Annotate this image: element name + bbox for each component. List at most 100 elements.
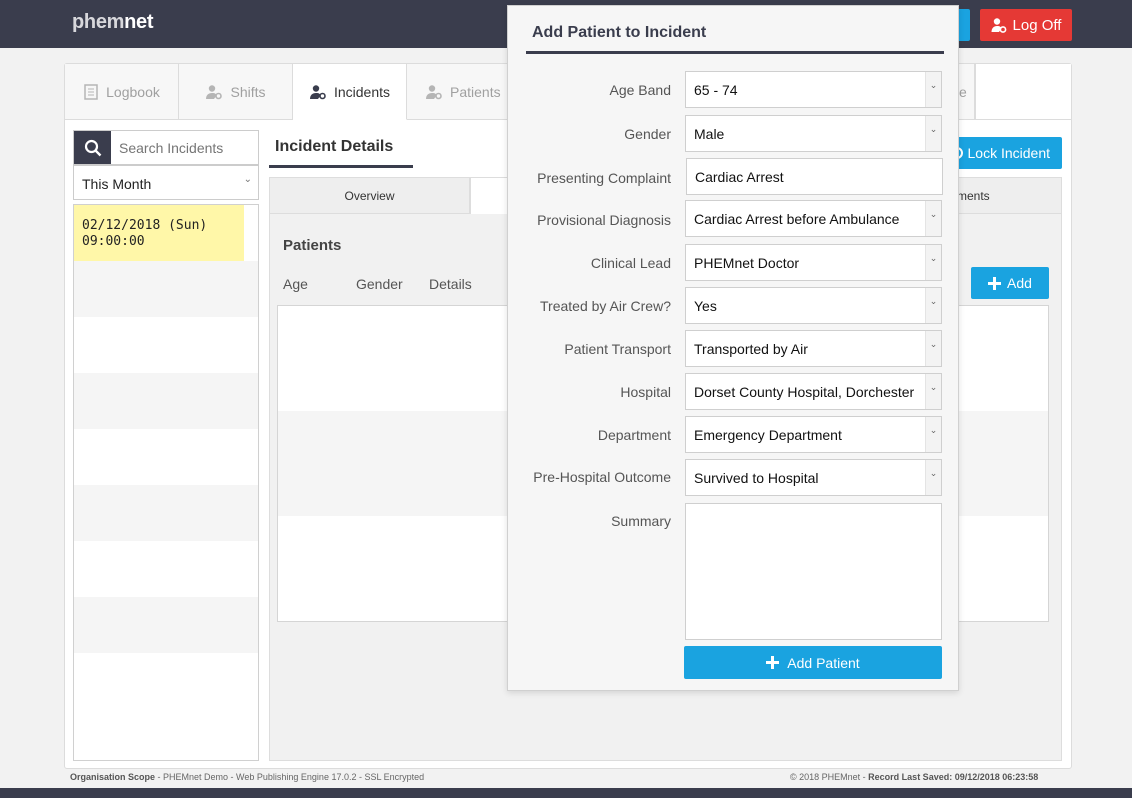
list-item xyxy=(74,485,258,541)
lock-incident-button[interactable]: Lock Incident xyxy=(942,137,1062,169)
modal-title: Add Patient to Incident xyxy=(526,6,944,54)
tab-overview[interactable]: Overview xyxy=(269,177,470,214)
tab-logbook[interactable]: Logbook xyxy=(65,64,179,120)
treated-by-air-crew-select[interactable]: Yes ⌄ xyxy=(685,287,942,324)
presenting-complaint-input[interactable]: Cardiac Arrest xyxy=(686,158,943,195)
footer-left: Organisation Scope - PHEMnet Demo - Web … xyxy=(70,772,425,782)
summary-label: Summary xyxy=(611,513,671,529)
period-select[interactable]: This Month ⌄ xyxy=(73,165,259,200)
add-patient-button[interactable]: Add xyxy=(971,267,1049,299)
list-item xyxy=(74,261,258,317)
tab-label: Overview xyxy=(344,188,395,203)
patients-heading: Patients xyxy=(283,237,342,254)
search-button[interactable] xyxy=(74,131,111,164)
provisional-diagnosis-select[interactable]: Cardiac Arrest before Ambulance ⌄ xyxy=(685,200,942,237)
list-item[interactable]: 02/12/2018 (Sun) 09:00:00 xyxy=(74,205,244,261)
patient-transport-select[interactable]: Transported by Air ⌄ xyxy=(685,330,942,367)
plus-icon xyxy=(766,656,780,669)
chevron-down-icon: ⌄ xyxy=(925,245,941,280)
log-off-button[interactable]: Log Off xyxy=(980,9,1072,41)
department-value: Emergency Department xyxy=(694,427,842,443)
bottom-bar xyxy=(0,788,1132,798)
tab-patients[interactable]: Patients xyxy=(407,64,508,120)
hospital-value: Dorset County Hospital, Dorchester xyxy=(694,384,915,400)
tab-blank xyxy=(975,64,1071,120)
plus-icon xyxy=(988,276,1002,290)
list-item xyxy=(74,541,258,597)
presenting-complaint-label: Presenting Complaint xyxy=(537,170,671,186)
tab-partial[interactable]: e xyxy=(959,64,975,120)
age-band-label: Age Band xyxy=(609,82,672,98)
tab-incidents[interactable]: Incidents xyxy=(293,64,407,120)
tab-label: Shifts xyxy=(230,83,266,100)
pre-hospital-outcome-label: Pre-Hospital Outcome xyxy=(533,469,671,485)
search-input[interactable] xyxy=(111,131,258,164)
clinical-lead-label: Clinical Lead xyxy=(590,255,671,271)
tab-patients-sub[interactable] xyxy=(470,177,510,214)
app-logo[interactable]: phemnet xyxy=(72,11,154,34)
list-item xyxy=(74,317,258,373)
patient-transport-label: Patient Transport xyxy=(564,341,671,357)
patient-transport-value: Transported by Air xyxy=(694,341,808,357)
details-title: Incident Details xyxy=(269,125,413,168)
gender-label: Gender xyxy=(624,126,671,142)
treated-by-air-crew-label: Treated by Air Crew? xyxy=(540,298,671,314)
tab-shifts[interactable]: Shifts xyxy=(179,64,293,120)
department-label: Department xyxy=(597,427,671,443)
incident-date: 02/12/2018 (Sun) xyxy=(82,218,208,233)
list-item xyxy=(74,429,258,485)
gender-select[interactable]: Male ⌄ xyxy=(685,115,942,152)
add-label: Add xyxy=(1007,275,1032,291)
search-icon xyxy=(84,139,101,156)
lock-incident-label: Lock Incident xyxy=(967,145,1051,161)
chevron-down-icon: ⌄ xyxy=(925,288,941,323)
pre-hospital-outcome-select[interactable]: Survived to Hospital ⌄ xyxy=(685,459,942,496)
department-select[interactable]: Emergency Department ⌄ xyxy=(685,416,942,453)
user-gear-icon xyxy=(426,84,442,99)
summary-textarea[interactable] xyxy=(685,503,942,640)
column-gender: Gender xyxy=(356,276,403,292)
incident-time: 09:00:00 xyxy=(82,234,145,249)
log-off-label: Log Off xyxy=(1012,16,1062,34)
tab-label: ments xyxy=(957,188,990,203)
book-icon xyxy=(84,83,98,100)
chevron-down-icon: ⌄ xyxy=(925,72,941,107)
chevron-down-icon: ⌄ xyxy=(925,201,941,236)
clinical-lead-select[interactable]: PHEMnet Doctor ⌄ xyxy=(685,244,942,281)
chevron-down-icon: ⌄ xyxy=(925,116,941,151)
add-patient-label: Add Patient xyxy=(787,654,860,671)
treated-by-air-crew-value: Yes xyxy=(694,298,717,314)
presenting-complaint-value: Cardiac Arrest xyxy=(695,169,784,185)
user-gear-icon xyxy=(206,84,223,99)
clinical-lead-value: PHEMnet Doctor xyxy=(694,255,800,271)
chevron-down-icon: ⌄ xyxy=(925,331,941,366)
list-item xyxy=(74,597,258,653)
user-gear-icon xyxy=(309,84,326,99)
chevron-down-icon: ⌄ xyxy=(925,460,941,495)
user-gear-icon xyxy=(991,18,1006,33)
add-patient-submit-button[interactable]: Add Patient xyxy=(684,646,942,679)
column-age: Age xyxy=(283,276,308,292)
pre-hospital-outcome-value: Survived to Hospital xyxy=(694,470,819,486)
chevron-down-icon: ⌄ xyxy=(243,174,252,185)
footer-right: © 2018 PHEMnet - Record Last Saved: 09/1… xyxy=(790,772,1039,782)
column-details: Details xyxy=(429,276,472,292)
provisional-diagnosis-label: Provisional Diagnosis xyxy=(537,212,671,228)
hospital-label: Hospital xyxy=(620,384,671,400)
list-item xyxy=(74,373,258,429)
tab-label: Patients xyxy=(450,83,501,100)
search-box xyxy=(73,130,259,165)
tab-label: Incidents xyxy=(333,83,391,100)
tab-label: Logbook xyxy=(106,83,160,100)
chevron-down-icon: ⌄ xyxy=(925,417,941,452)
gender-value: Male xyxy=(694,126,725,142)
age-band-value: 65 - 74 xyxy=(694,82,738,98)
add-patient-modal: Add Patient to Incident Age Band 65 - 74… xyxy=(507,5,959,691)
period-value: This Month xyxy=(82,176,152,192)
age-band-select[interactable]: 65 - 74 ⌄ xyxy=(685,71,942,108)
chevron-down-icon: ⌄ xyxy=(925,374,941,409)
provisional-diagnosis-value: Cardiac Arrest before Ambulance xyxy=(694,211,900,227)
hospital-select[interactable]: Dorset County Hospital, Dorchester ⌄ xyxy=(685,373,942,410)
tab-label: e xyxy=(959,83,967,100)
incident-list: 02/12/2018 (Sun) 09:00:00 xyxy=(73,204,259,761)
